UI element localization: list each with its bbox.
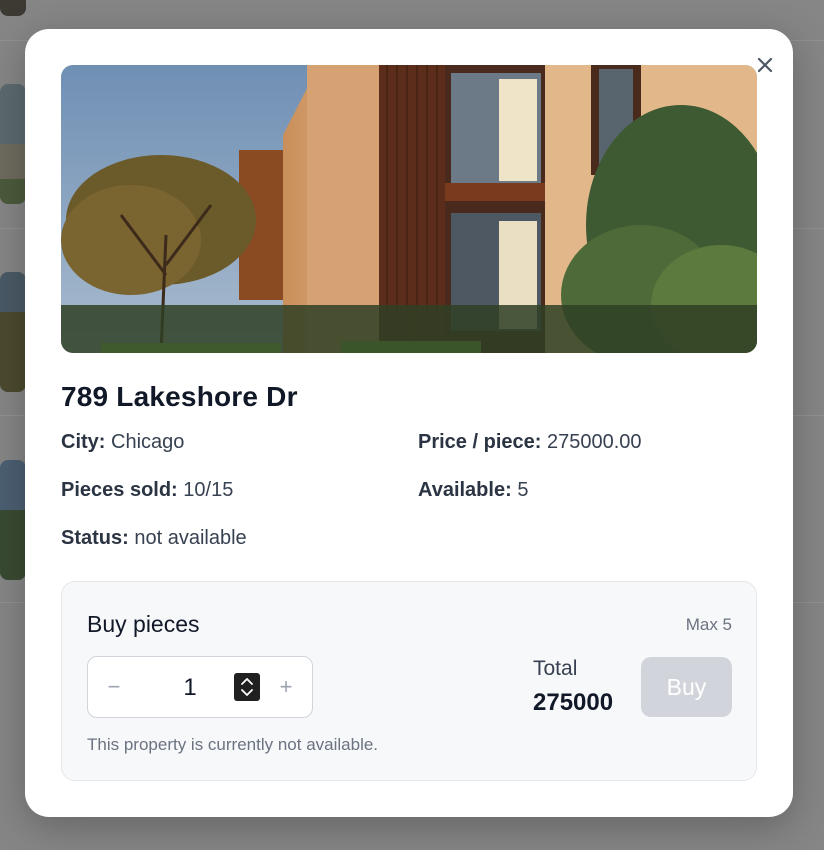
price-value: 275000.00 [546,431,642,453]
close-icon [757,57,773,73]
status-value: not available [134,527,247,549]
pieces-sold-value: 10/15 [183,479,234,501]
city-fact: City: Chicago [61,431,418,453]
number-spinner[interactable] [234,673,260,701]
increment-button[interactable]: + [266,657,306,717]
total-label: Total [533,657,578,680]
availability-notice: This property is currently not available… [87,735,379,754]
buy-button[interactable]: Buy [641,657,732,717]
price-fact: Price / piece: 275000.00 [418,431,761,453]
city-value: Chicago [111,431,185,453]
buy-pieces-title: Buy pieces [87,611,200,637]
max-pieces-hint: Max 5 [685,615,732,634]
property-facts: City: Chicago Price / piece: 275000.00 P… [61,431,761,549]
status-label: Status: [61,527,129,549]
buy-pieces-panel: Buy pieces Max 5 − + Total 275000 Buy Th… [61,581,757,781]
available-value: 5 [517,479,529,501]
available-label: Available: [418,479,512,501]
pieces-sold-fact: Pieces sold: 10/15 [61,479,418,501]
property-modal: 789 Lakeshore Dr City: Chicago Price / p… [25,29,793,817]
background-thumbnail [0,0,26,16]
modern-house-photo [61,65,757,353]
status-fact: Status: not available [61,527,418,549]
decrement-button[interactable]: − [94,657,134,717]
quantity-input[interactable] [143,671,237,705]
price-label: Price / piece: [418,431,542,453]
pieces-sold-label: Pieces sold: [61,479,178,501]
quantity-stepper: − + [87,656,313,718]
spinner-arrows-icon [241,678,253,696]
available-fact: Available: 5 [418,479,761,501]
property-image [61,65,757,353]
city-label: City: [61,431,106,453]
background-thumbnail [0,460,26,580]
background-thumbnail [0,84,26,204]
background-thumbnail [0,272,26,392]
total-value: 275000 [533,689,614,716]
property-title: 789 Lakeshore Dr [61,381,298,412]
